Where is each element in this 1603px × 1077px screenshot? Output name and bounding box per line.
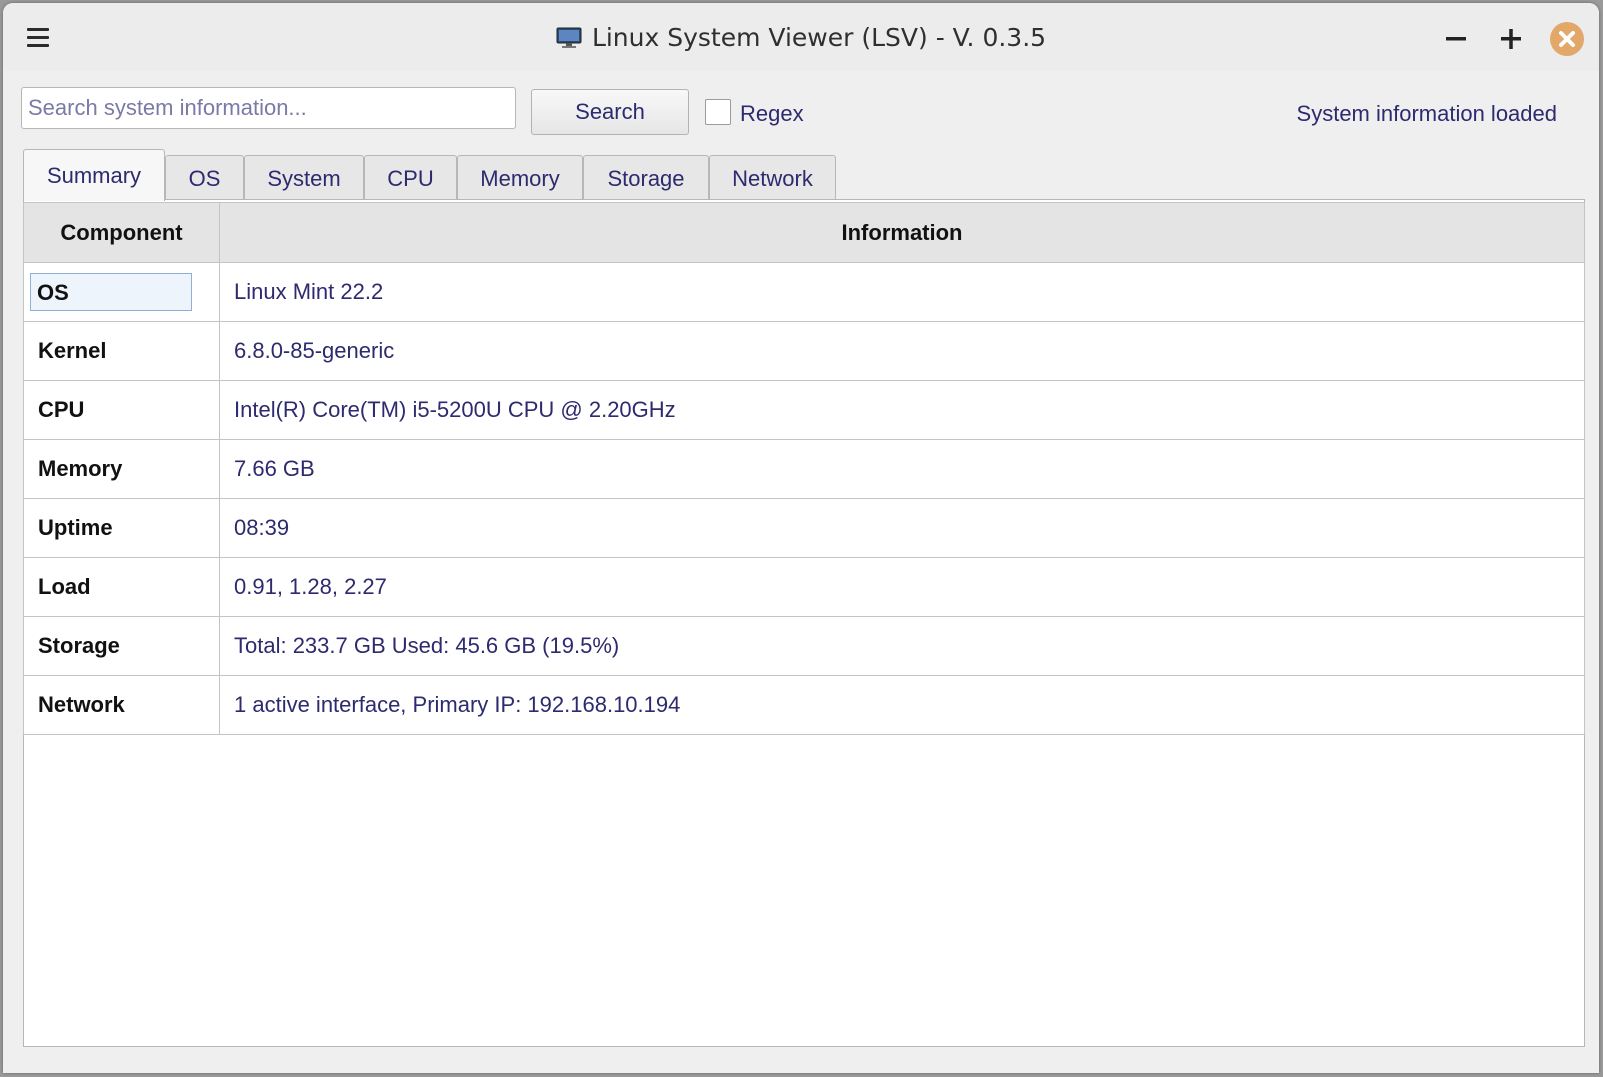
summary-panel: Component Information OS Linux Mint 22.2…	[23, 199, 1585, 1047]
table-row[interactable]: Load 0.91, 1.28, 2.27	[23, 557, 1585, 617]
column-header-information[interactable]: Information	[219, 202, 1585, 263]
close-icon[interactable]	[1550, 22, 1584, 56]
table-header-row: Component Information	[23, 202, 1585, 263]
tab-memory[interactable]: Memory	[457, 155, 583, 199]
component-cell[interactable]: CPU	[23, 380, 220, 440]
component-cell[interactable]: Load	[23, 557, 220, 617]
tab-summary[interactable]: Summary	[23, 149, 165, 201]
selected-cell[interactable]: OS	[30, 273, 192, 311]
status-text: System information loaded	[1296, 101, 1557, 126]
component-cell[interactable]: Storage	[23, 616, 220, 676]
maximize-icon[interactable]	[1495, 23, 1527, 55]
component-cell[interactable]: OS	[23, 262, 220, 322]
table-row[interactable]: OS Linux Mint 22.2	[23, 262, 1585, 322]
table-row[interactable]: Storage Total: 233.7 GB Used: 45.6 GB (1…	[23, 616, 1585, 676]
information-cell[interactable]: 08:39	[219, 498, 1585, 558]
monitor-icon	[556, 27, 582, 48]
information-cell[interactable]: 1 active interface, Primary IP: 192.168.…	[219, 675, 1585, 735]
app-window: Linux System Viewer (LSV) - V. 0.3.5 Sea…	[3, 3, 1599, 1073]
tab-system[interactable]: System	[244, 155, 364, 199]
table-row[interactable]: Memory 7.66 GB	[23, 439, 1585, 499]
table-row[interactable]: CPU Intel(R) Core(TM) i5-5200U CPU @ 2.2…	[23, 380, 1585, 440]
column-header-component[interactable]: Component	[23, 202, 220, 263]
component-cell[interactable]: Kernel	[23, 321, 220, 381]
component-cell[interactable]: Network	[23, 675, 220, 735]
information-cell[interactable]: Linux Mint 22.2	[219, 262, 1585, 322]
minimize-icon[interactable]	[1440, 23, 1472, 55]
information-cell[interactable]: Total: 233.7 GB Used: 45.6 GB (19.5%)	[219, 616, 1585, 676]
information-cell[interactable]: Intel(R) Core(TM) i5-5200U CPU @ 2.20GHz	[219, 380, 1585, 440]
regex-checkbox[interactable]	[705, 99, 731, 125]
component-cell[interactable]: Memory	[23, 439, 220, 499]
tab-storage[interactable]: Storage	[583, 155, 709, 199]
information-cell[interactable]: 7.66 GB	[219, 439, 1585, 499]
window-title: Linux System Viewer (LSV) - V. 0.3.5	[3, 23, 1599, 52]
window-title-text: Linux System Viewer (LSV) - V. 0.3.5	[591, 23, 1047, 52]
tab-network[interactable]: Network	[709, 155, 836, 199]
tab-os[interactable]: OS	[165, 155, 244, 199]
tab-cpu[interactable]: CPU	[364, 155, 457, 199]
table-row[interactable]: Kernel 6.8.0-85-generic	[23, 321, 1585, 381]
regex-label: Regex	[740, 101, 804, 126]
table-row[interactable]: Network 1 active interface, Primary IP: …	[23, 675, 1585, 735]
information-cell[interactable]: 0.91, 1.28, 2.27	[219, 557, 1585, 617]
search-input[interactable]	[21, 87, 516, 129]
summary-table: Component Information OS Linux Mint 22.2…	[23, 202, 1585, 735]
search-button[interactable]: Search	[531, 89, 689, 135]
title-bar: Linux System Viewer (LSV) - V. 0.3.5	[3, 3, 1599, 71]
component-cell[interactable]: Uptime	[23, 498, 220, 558]
table-row[interactable]: Uptime 08:39	[23, 498, 1585, 558]
information-cell[interactable]: 6.8.0-85-generic	[219, 321, 1585, 381]
